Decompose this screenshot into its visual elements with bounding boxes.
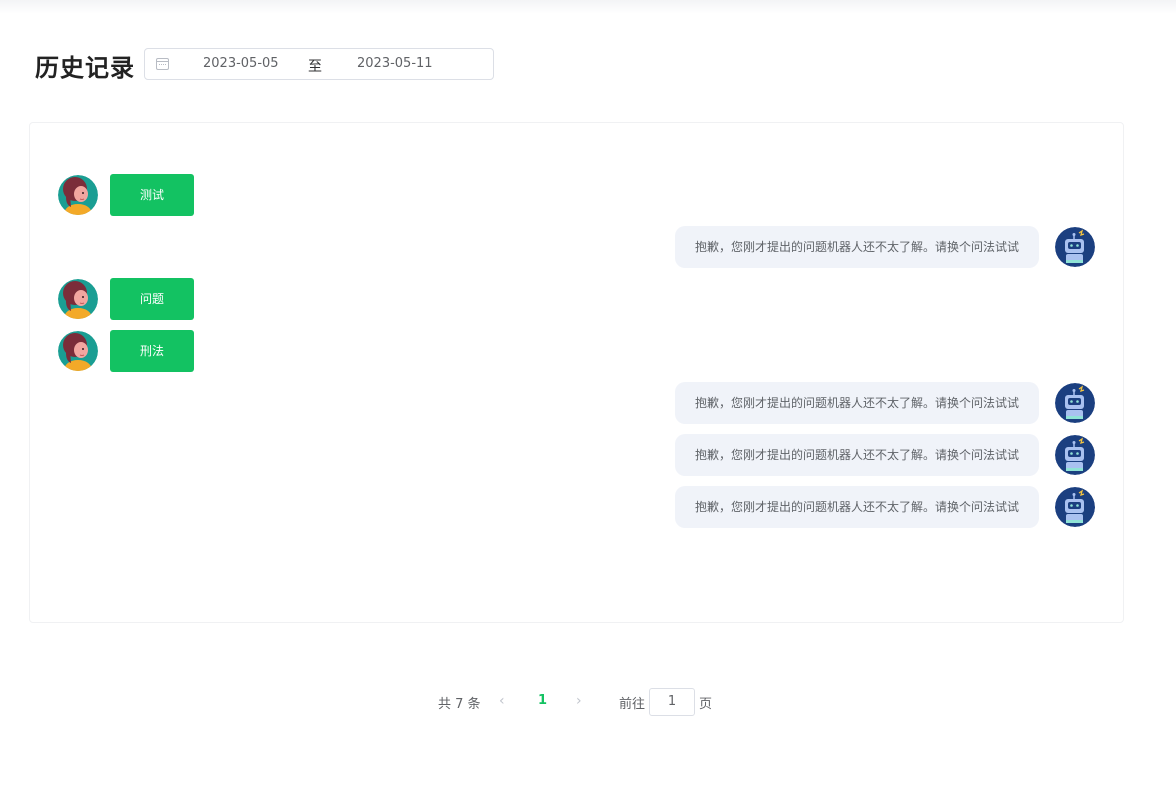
next-page-icon[interactable]: › (576, 693, 582, 709)
top-shadow (0, 0, 1176, 14)
page-number-current[interactable]: 1 (538, 693, 547, 708)
robot-avatar-icon (1055, 487, 1095, 527)
calendar-icon (156, 58, 169, 70)
bot-message-bubble: 抱歉，您刚才提出的问题机器人还不太了解。请换个问法试试 (675, 486, 1039, 528)
pagination-goto-unit: 页 (699, 697, 713, 712)
chat-message-bot: 抱歉，您刚才提出的问题机器人还不太了解。请换个问法试试 (674, 434, 1095, 476)
robot-avatar-icon (1055, 383, 1095, 423)
date-start-input[interactable]: 2023-05-05 (203, 56, 279, 71)
page-title: 历史记录 (35, 54, 135, 82)
pagination-goto-label: 前往 (619, 697, 646, 712)
chat-message-bot: 抱歉，您刚才提出的问题机器人还不太了解。请换个问法试试 (674, 486, 1095, 528)
robot-avatar-icon (1055, 435, 1095, 475)
bot-message-bubble: 抱歉，您刚才提出的问题机器人还不太了解。请换个问法试试 (675, 434, 1039, 476)
pagination-goto-input[interactable]: 1 (649, 688, 695, 716)
pagination: 共 7 条 ‹ 1 › 前往 1 页 (0, 688, 1176, 716)
user-message-bubble: 刑法 (110, 330, 194, 372)
user-message-bubble: 问题 (110, 278, 194, 320)
date-end-input[interactable]: 2023-05-11 (357, 56, 433, 71)
bot-message-bubble: 抱歉，您刚才提出的问题机器人还不太了解。请换个问法试试 (675, 226, 1039, 268)
robot-avatar-icon (1055, 227, 1095, 267)
pagination-total: 共 7 条 (438, 697, 481, 712)
prev-page-icon[interactable]: ‹ (499, 693, 505, 709)
user-avatar-icon (58, 175, 98, 215)
date-range-separator: 至 (308, 59, 322, 75)
chat-message-bot: 抱歉，您刚才提出的问题机器人还不太了解。请换个问法试试 (674, 226, 1095, 268)
chat-message-bot: 抱歉，您刚才提出的问题机器人还不太了解。请换个问法试试 (674, 382, 1095, 424)
date-range-picker[interactable]: 2023-05-05 至 2023-05-11 (144, 48, 494, 80)
user-avatar-icon (58, 279, 98, 319)
user-avatar-icon (58, 331, 98, 371)
user-message-bubble: 测试 (110, 174, 194, 216)
bot-message-bubble: 抱歉，您刚才提出的问题机器人还不太了解。请换个问法试试 (675, 382, 1039, 424)
